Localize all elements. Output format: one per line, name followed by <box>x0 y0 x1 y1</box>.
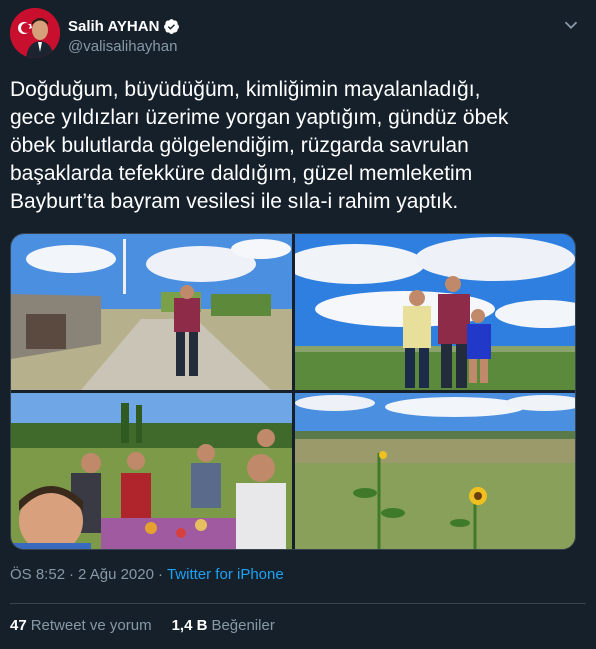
tweet-header: Salih AYHAN @valisalihayhan <box>10 8 586 58</box>
tweet-text: Doğduğum, büyüdüğüm, kimliğimin mayalanl… <box>10 78 509 213</box>
retweets-stat[interactable]: 47 Retweet ve yorum <box>10 617 152 634</box>
likes-stat[interactable]: 1,4 B Beğeniler <box>172 617 275 634</box>
user-handle[interactable]: @valisalihayhan <box>68 38 177 55</box>
tweet-date[interactable]: 2 Ağu 2020 <box>78 566 154 583</box>
photo-2[interactable] <box>295 234 575 390</box>
tweet-meta: ÖS 8:52 · 2 Ağu 2020 · Twitter for iPhon… <box>10 566 284 583</box>
tweet-time[interactable]: ÖS 8:52 <box>10 566 65 583</box>
retweets-count: 47 <box>10 617 27 634</box>
retweets-label: Retweet ve yorum <box>30 617 152 634</box>
photo-1[interactable] <box>11 234 292 390</box>
meta-separator: · <box>69 566 75 583</box>
verified-badge-icon <box>163 18 180 35</box>
photo-grid <box>10 233 576 550</box>
avatar[interactable] <box>10 8 60 58</box>
tweet-source-link[interactable]: Twitter for iPhone <box>167 566 284 583</box>
divider <box>10 603 586 604</box>
photo-4[interactable] <box>295 393 575 549</box>
tweet-stats: 47 Retweet ve yorum 1,4 B Beğeniler <box>10 617 275 634</box>
meta-separator: · <box>157 566 163 583</box>
photo-3[interactable] <box>11 393 292 549</box>
likes-count: 1,4 B <box>171 617 208 634</box>
user-display-name[interactable]: Salih AYHAN <box>68 18 180 35</box>
likes-label: Beğeniler <box>211 617 275 634</box>
chevron-down-icon[interactable] <box>560 14 582 36</box>
